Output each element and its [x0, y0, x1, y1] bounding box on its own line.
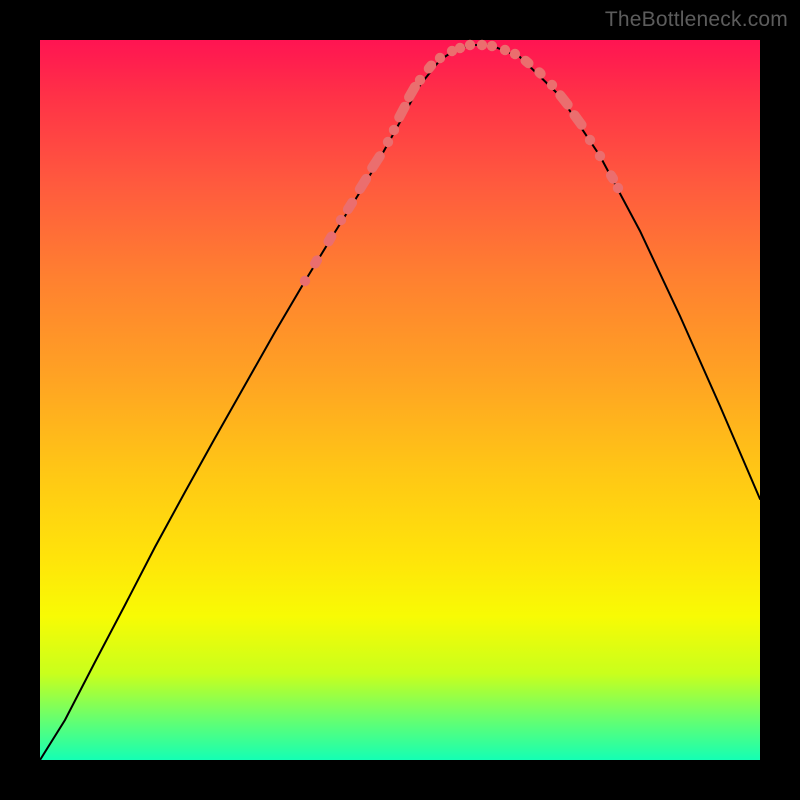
- bottleneck-curve: [40, 45, 760, 760]
- marker-pill: [518, 54, 535, 71]
- marker-dot: [585, 135, 595, 145]
- marker-dot: [383, 137, 393, 147]
- marker-dot: [389, 125, 399, 135]
- marker-dot: [435, 53, 445, 63]
- marker-dot: [415, 75, 425, 85]
- plot-area: [40, 40, 760, 760]
- marker-dot: [547, 80, 557, 90]
- marker-dot: [613, 183, 623, 193]
- marker-dot: [477, 40, 487, 50]
- curve-svg: [40, 40, 760, 760]
- marker-pill: [365, 149, 386, 175]
- marker-dot: [300, 276, 310, 286]
- marker-dot: [487, 41, 497, 51]
- marker-dot: [465, 40, 475, 50]
- marker-dot: [595, 151, 605, 161]
- chart-frame: TheBottleneck.com: [0, 0, 800, 800]
- marker-pill: [308, 253, 324, 270]
- marker-dot: [455, 43, 465, 53]
- marker-pill: [392, 100, 411, 124]
- marker-pill: [532, 65, 548, 81]
- marker-dot: [500, 45, 510, 55]
- marker-dot: [510, 49, 520, 59]
- highlight-markers: [300, 40, 623, 286]
- marker-dot: [336, 215, 346, 225]
- watermark-text: TheBottleneck.com: [605, 8, 788, 32]
